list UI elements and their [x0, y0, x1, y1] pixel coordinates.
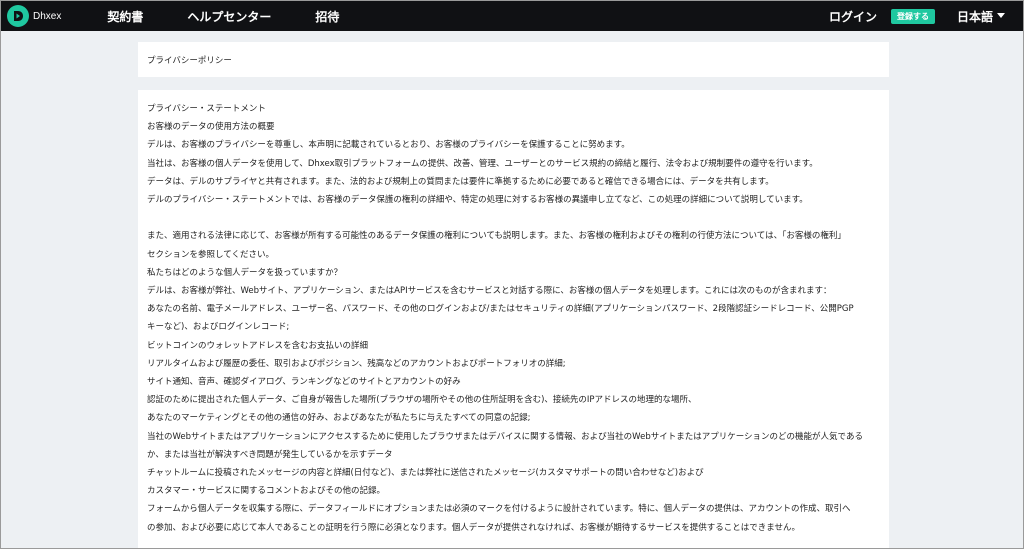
nav-item-contract[interactable]: 契約書 — [107, 8, 143, 25]
policy-line: の参加、および必要に応じて本人であることの証明を行う際に必須となります。個人デー… — [147, 522, 800, 533]
account-nav: ログイン 登録する 日本語 — [829, 8, 1005, 25]
policy-line: ビットコインのウォレットアドレスを含むお支払いの詳細 — [147, 340, 369, 351]
page-title: プライバシーポリシー — [147, 55, 232, 66]
policy-line: か、または当社が解決すべき問題が発生しているかを示すデータ — [147, 449, 393, 460]
top-navigation-bar: Dhxex 契約書 ヘルプセンター 招待 ログイン 登録する 日本語 — [1, 1, 1023, 31]
logo-icon — [7, 5, 29, 27]
nav-item-help-center[interactable]: ヘルプセンター — [187, 8, 271, 25]
policy-content: プライバシー・ステートメント お客様のデータの使用方法の概要デルは、お客様のプライ… — [138, 90, 889, 549]
policy-line: フォームから個人データを収集する際に、データフィールドにオプションまたは必須のマ… — [147, 504, 851, 515]
policy-line: チャットルームに投稿されたメッセージの内容と詳細(日付など)、または弊社に送信さ… — [147, 468, 704, 479]
policy-line: デルは、お客様のプライバシーを尊重し、本声明に記載されているとおり、お客様のプラ… — [147, 140, 630, 151]
policy-line: プライバシー・ステートメント — [147, 104, 266, 114]
policy-line: データは、デルのサプライヤと共有されます。また、法的および規制上の質問または要件… — [147, 176, 774, 187]
page-title-card: プライバシーポリシー — [138, 42, 889, 77]
nav-item-invite[interactable]: 招待 — [315, 8, 339, 25]
policy-line: 私たちはどのような個人データを扱っていますか？ — [147, 267, 343, 278]
policy-line: キーなど)、およびログインレコード; — [147, 322, 290, 333]
login-link[interactable]: ログイン — [829, 8, 877, 25]
policy-line: また、適用される法律に応じて、お客様が所有する可能性のあるデータ保護の権利につい… — [147, 231, 846, 242]
policy-line: あなたのマーケティングとその他の通信の好み、およびあなたが私たちに与えたすべての… — [147, 413, 531, 424]
policy-line: 認証のために提出された個人データ、ご自身が報告した場所(ブラウザの場所やその他の… — [147, 395, 697, 406]
policy-line: デルは、お客様が弊社、Webサイト、アプリケーション、またはAPIサービスを含む… — [147, 286, 832, 297]
policy-line: カスタマー・サービスに関するコメントおよびその他の記録。 — [147, 486, 386, 497]
main-nav: 契約書 ヘルプセンター 招待 — [107, 8, 383, 25]
policy-line: リアルタイムおよび履歴の委任、取引およびポジション、残高などのアカウントおよびポ… — [147, 358, 566, 369]
language-selector[interactable]: 日本語 — [957, 8, 1005, 25]
policy-line: 当社のWebサイトまたはアプリケーションにアクセスするために使用したブラウザまた… — [147, 431, 863, 442]
register-button[interactable]: 登録する — [890, 8, 935, 24]
policy-line: あなたの名前、電子メールアドレス、ユーザー名、パスワード、その他のログインおよび… — [147, 304, 854, 315]
logo[interactable]: Dhxex — [7, 1, 61, 31]
language-label: 日本語 — [956, 9, 993, 24]
policy-line: お客様のデータの使用方法の概要 — [147, 122, 275, 133]
logo-text: Dhxex — [33, 10, 62, 22]
policy-line: 当社は、お客様の個人データを使用して、Dhxex取引プラットフォームの提供、改善… — [147, 158, 818, 169]
chevron-down-icon — [997, 13, 1005, 18]
policy-line: デルのプライバシー・ステートメントでは、お客様のデータ保護の権利の詳細や、特定の… — [147, 195, 808, 206]
policy-line: セクションを参照してください。 — [147, 249, 274, 260]
policy-line: サイト通知、音声、確認ダイアログ、ランキングなどのサイトとアカウントの好み — [147, 377, 461, 388]
policy-text: プライバシー・ステートメント お客様のデータの使用方法の概要デルは、お客様のプライ… — [147, 100, 880, 537]
